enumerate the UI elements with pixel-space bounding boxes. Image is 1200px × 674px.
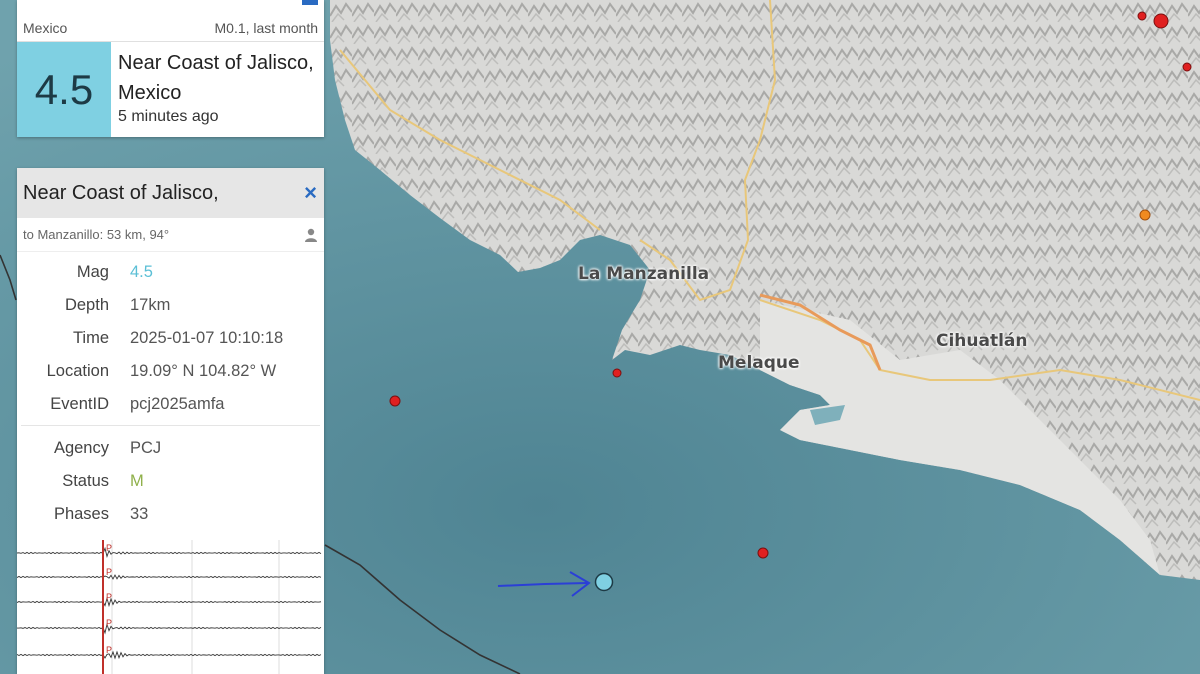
event-place[interactable]: Near Coast of Jalisco, Mexico <box>118 48 318 108</box>
detail-rows-secondary: Agency PCJ Status M Phases 33 <box>17 432 324 531</box>
phase-pick-label: P <box>106 543 112 553</box>
phase-pick-label: P <box>106 592 112 602</box>
phase-pick-label: P <box>106 645 112 655</box>
earthquake-marker[interactable] <box>757 547 769 559</box>
list-icon[interactable] <box>302 0 318 5</box>
detail-title: Near Coast of Jalisco, <box>23 181 219 204</box>
detail-value: PCJ <box>130 439 162 457</box>
detail-key: Location <box>46 362 109 380</box>
user-icon[interactable] <box>304 228 318 242</box>
event-list-card[interactable]: Mexico M0.1, last month 4.5 Near Coast o… <box>17 0 324 137</box>
detail-rows: Mag 4.5 Depth 17km Time 2025-01-07 10:10:18 Lo… <box>17 252 324 421</box>
detail-header: Near Coast of Jalisco, × <box>17 168 324 218</box>
earthquake-marker[interactable] <box>1182 62 1192 72</box>
detail-value: M <box>130 472 144 490</box>
detail-key: Time <box>72 329 109 347</box>
card-header: Mexico M0.1, last month <box>17 0 324 42</box>
detail-value: 17km <box>130 296 171 314</box>
divider <box>21 425 320 426</box>
detail-row-agency: Agency PCJ <box>17 432 324 465</box>
distance-row: to Manzanillo: 53 km, 94° <box>17 218 324 252</box>
earthquake-marker[interactable] <box>1137 11 1147 21</box>
detail-value: 4.5 <box>130 263 153 281</box>
event-meta: M0.1, last month <box>214 20 319 36</box>
detail-row-time: Time 2025-01-07 10:10:18 <box>17 322 324 355</box>
region-label: Mexico <box>23 20 68 36</box>
phase-pick-label: P <box>106 567 112 577</box>
map-label-la-manzanilla: La Manzanilla <box>578 264 710 284</box>
earthquake-marker[interactable] <box>1139 209 1151 221</box>
map-label-cihuatlan: Cihuatlán <box>936 331 1028 351</box>
magnitude-badge: 4.5 <box>17 42 111 137</box>
detail-key: Agency <box>53 439 109 457</box>
event-age: 5 minutes ago <box>118 108 219 125</box>
detail-row-depth: Depth 17km <box>17 289 324 322</box>
event-detail-panel: Near Coast of Jalisco, × to Manzanillo: … <box>17 168 324 674</box>
detail-key: Status <box>62 472 109 490</box>
seismogram: P P P P P <box>17 540 324 674</box>
detail-row-phases: Phases 33 <box>17 498 324 531</box>
earthquake-marker[interactable] <box>389 395 401 407</box>
detail-key: EventID <box>50 395 109 413</box>
distance-text: to Manzanillo: 53 km, 94° <box>23 227 170 242</box>
earthquake-marker[interactable] <box>612 368 622 378</box>
detail-value: pcj2025amfa <box>130 395 225 413</box>
detail-key: Mag <box>76 263 109 281</box>
detail-row-status: Status M <box>17 465 324 498</box>
detail-value: 2025-01-07 10:10:18 <box>130 329 284 347</box>
detail-row-location: Location 19.09° N 104.82° W <box>17 355 324 388</box>
detail-key: Depth <box>64 296 109 314</box>
close-icon[interactable]: × <box>304 180 317 206</box>
detail-row-eventid: EventID pcj2025amfa <box>17 388 324 421</box>
phase-pick-label: P <box>106 618 112 628</box>
selected-earthquake-marker[interactable] <box>594 572 614 592</box>
detail-row-mag: Mag 4.5 <box>17 256 324 289</box>
detail-value: 19.09° N 104.82° W <box>130 362 277 380</box>
detail-key: Phases <box>53 505 109 523</box>
map-label-melaque: Melaque <box>718 353 800 373</box>
detail-value: 33 <box>130 505 149 523</box>
earthquake-marker[interactable] <box>1153 13 1169 29</box>
